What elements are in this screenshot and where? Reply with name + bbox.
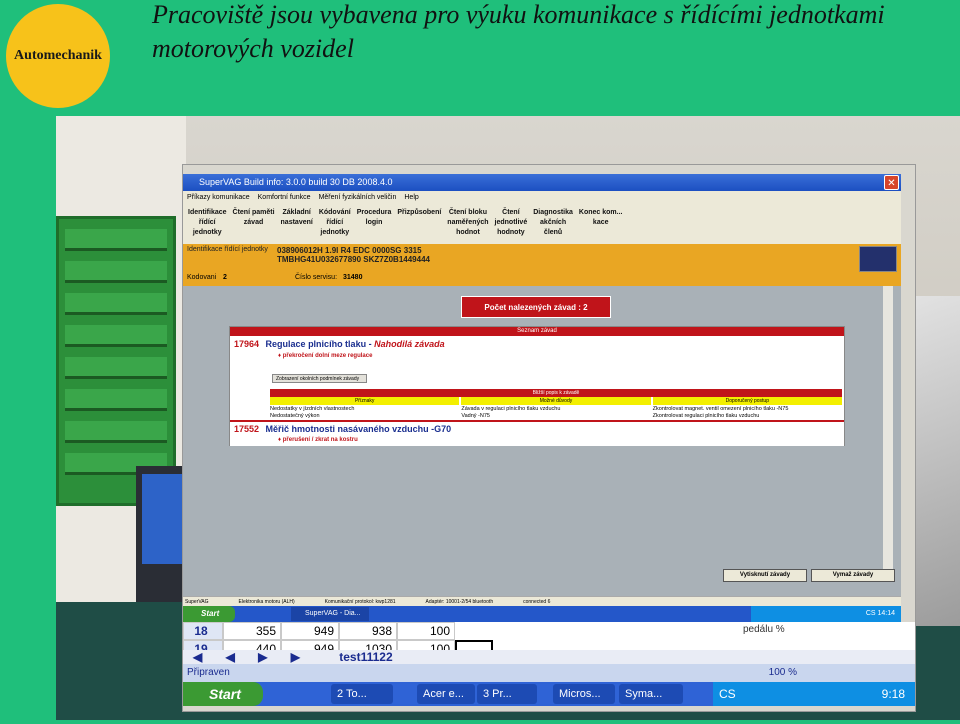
tool-cteni-hodnoty-button[interactable]: Čtení jednotlivé hodnoty (492, 204, 531, 244)
slide-title: Pracoviště jsou vybavena pro výuku komun… (152, 0, 885, 63)
task-supervag[interactable]: SuperVAG - Dia... (291, 607, 369, 621)
tab-test11122[interactable]: test11122 (339, 650, 392, 664)
fault-2-detail: ♦ přerušení / zkrat na kostru (278, 437, 358, 443)
tool-cteni-pameti-button[interactable]: Čtení paměti závad (230, 204, 278, 244)
table-row: 18 355 949 938 100 (183, 622, 455, 640)
window-titlebar: SuperVAG Build info: 3.0.0 build 30 DB 2… (183, 174, 901, 191)
automechanik-logo: Automechanik (6, 4, 110, 108)
fault-1-detail: ♦ překročení dolní meze regulace (278, 353, 373, 359)
status-app: SuperVAG (185, 599, 209, 605)
supervag-logo (859, 246, 897, 272)
detail-header: Bližší popis k závadě (270, 389, 842, 397)
tool-cteni-bloku-button[interactable]: Čtení bloku naměřených hodnot (444, 204, 491, 244)
inner-start-button[interactable]: Start (183, 606, 235, 622)
vertical-scrollbar[interactable] (883, 286, 893, 572)
ident-line1: 038906012H 1.9l R4 EDC 0000SG 3315 (277, 246, 422, 255)
conditions-button[interactable]: Zobrazení okolních podmínek závady (272, 374, 367, 383)
fault-1-name: Regulace plnicího tlaku - (265, 339, 372, 349)
excel-status-bar: Připraven 100 % (183, 664, 915, 682)
detail-columns: Nedostatky v jízdních vlastnostech Nedos… (270, 406, 842, 420)
fault-1: 17964 Regulace plnicího tlaku - Nahodilá… (234, 339, 445, 349)
fault-list-header: Seznam závad (230, 327, 844, 336)
menu-item-prikazy[interactable]: Příkazy komunikace (187, 191, 250, 204)
tool-diagnostika-button[interactable]: Diagnostika akčních členů (530, 204, 576, 244)
task-to[interactable]: 2 To... (331, 684, 393, 704)
tool-zakladni-nastaveni-button[interactable]: Základní nastavení (278, 204, 316, 244)
cell-priznaky: Nedostatky v jízdních vlastnostech Nedos… (270, 406, 355, 419)
training-board (56, 216, 176, 506)
kodovani-label: Kodovani (187, 274, 217, 281)
system-tray: CS 9:18 (713, 682, 915, 706)
status-bar: SuperVAG Elektronika motoru (ALH) Komuni… (183, 596, 901, 606)
tool-kodovani-button[interactable]: Kódování řídící jednotky (316, 204, 354, 244)
status-module: Elektronika motoru (ALH) (238, 599, 295, 605)
window-title: SuperVAG Build info: 3.0.0 build 30 DB 2… (199, 177, 393, 187)
column-priznaky: Příznaky (270, 397, 460, 405)
detail-column-headers: Příznaky Možné důvody Doporučený postup (270, 397, 842, 405)
tool-konec-button[interactable]: Konec kom... kace (576, 204, 626, 244)
ready-label: Připraven (187, 667, 230, 678)
fault-2-code: 17552 (234, 424, 260, 434)
sheet-tabs: ◀ ◀ ▶ ▶ test11122 (183, 650, 915, 664)
print-faults-button[interactable]: Vytisknutí závady (723, 569, 807, 582)
ident-line2: TMBHG41U032677890 SKZ7Z0B1449444 (277, 255, 430, 264)
cell-duvody: Závada v regulaci plnicího tlaku vzduchu… (461, 406, 561, 419)
status-connection: connected 6 (523, 599, 551, 605)
sheet-nav-arrows[interactable]: ◀ ◀ ▶ ▶ (193, 650, 310, 664)
start-button[interactable]: Start (183, 682, 263, 706)
fault-count-label: Počet nalezených závad : 2 (461, 296, 611, 318)
menu-item-komfortni[interactable]: Komfortní funkce (258, 191, 311, 204)
kodovani-value: 2 (223, 274, 227, 281)
column-duvody: Možné důvody (461, 397, 651, 405)
fault-1-type: Nahodilá závada (374, 339, 445, 349)
main-area: Počet nalezených závad : 2 Seznam závad … (183, 286, 901, 603)
monitor-screen: SuperVAG Build info: 3.0.0 build 30 DB 2… (182, 164, 916, 712)
menu-item-help[interactable]: Help (404, 191, 418, 204)
close-button[interactable]: ✕ (884, 175, 899, 190)
tool-login-button[interactable]: Procedura login (354, 204, 395, 244)
tool-prizpusobeni-button[interactable]: Přizpůsobení (394, 204, 444, 244)
language-indicator[interactable]: CS (719, 687, 736, 701)
inner-taskbar: Start SuperVAG - Dia... CS 14:14 (183, 606, 901, 622)
task-acer[interactable]: Acer e... (417, 684, 475, 704)
servis-label: Číslo servisu: (295, 274, 338, 281)
ecu-identification: Identifikace řídící jednotky 038906012H … (183, 244, 901, 274)
cell-postup: Zkontrolovat magnet. ventil omezení plni… (652, 406, 789, 419)
status-adapter: Adaptér: 10001-2/54 bluetooth (425, 599, 494, 605)
fault-list-panel: Seznam závad 17964 Regulace plnicího tla… (229, 326, 845, 446)
menu-item-mereni[interactable]: Měření fyzikálních veličin (319, 191, 397, 204)
column-postup: Doporučený postup (652, 397, 842, 405)
zoom-level[interactable]: 100 % (769, 664, 797, 682)
fault-2-band: 17552 Měřič hmotnosti nasávaného vzduchu… (230, 420, 844, 446)
tool-identifikace-button[interactable]: Identifikace řídící jednotky (185, 204, 230, 244)
inner-system-tray: CS 14:14 (751, 606, 901, 622)
clear-faults-button[interactable]: Vymaž závady (811, 569, 895, 582)
clock: 9:18 (881, 687, 905, 701)
servis-value: 31480 (343, 274, 363, 281)
fault-2-name: Měřič hmotnosti nasávaného vzduchu -G70 (265, 424, 452, 434)
task-pr[interactable]: 3 Pr... (477, 684, 537, 704)
fault-1-code: 17964 (234, 339, 260, 349)
ident-label: Identifikace řídící jednotky (187, 246, 268, 253)
coding-row: Kodovani 2 Číslo servisu: 31480 (183, 274, 901, 286)
sheet-right-text: pedálu % (743, 624, 785, 635)
status-protocol: Komunikační protokol: kwp1281 (324, 599, 396, 605)
logo-text: Automechanik (14, 48, 102, 63)
task-syma[interactable]: Syma... (619, 684, 683, 704)
menu-bar: Příkazy komunikace Komfortní funkce Měře… (183, 191, 901, 204)
fault-2: 17552 Měřič hmotnosti nasávaného vzduchu… (234, 424, 451, 434)
task-micros[interactable]: Micros... (553, 684, 615, 704)
toolbar: Identifikace řídící jednotky Čtení pamět… (183, 204, 901, 244)
outer-taskbar: Start 2 To... Acer e... 3 Pr... Micros..… (183, 682, 915, 706)
